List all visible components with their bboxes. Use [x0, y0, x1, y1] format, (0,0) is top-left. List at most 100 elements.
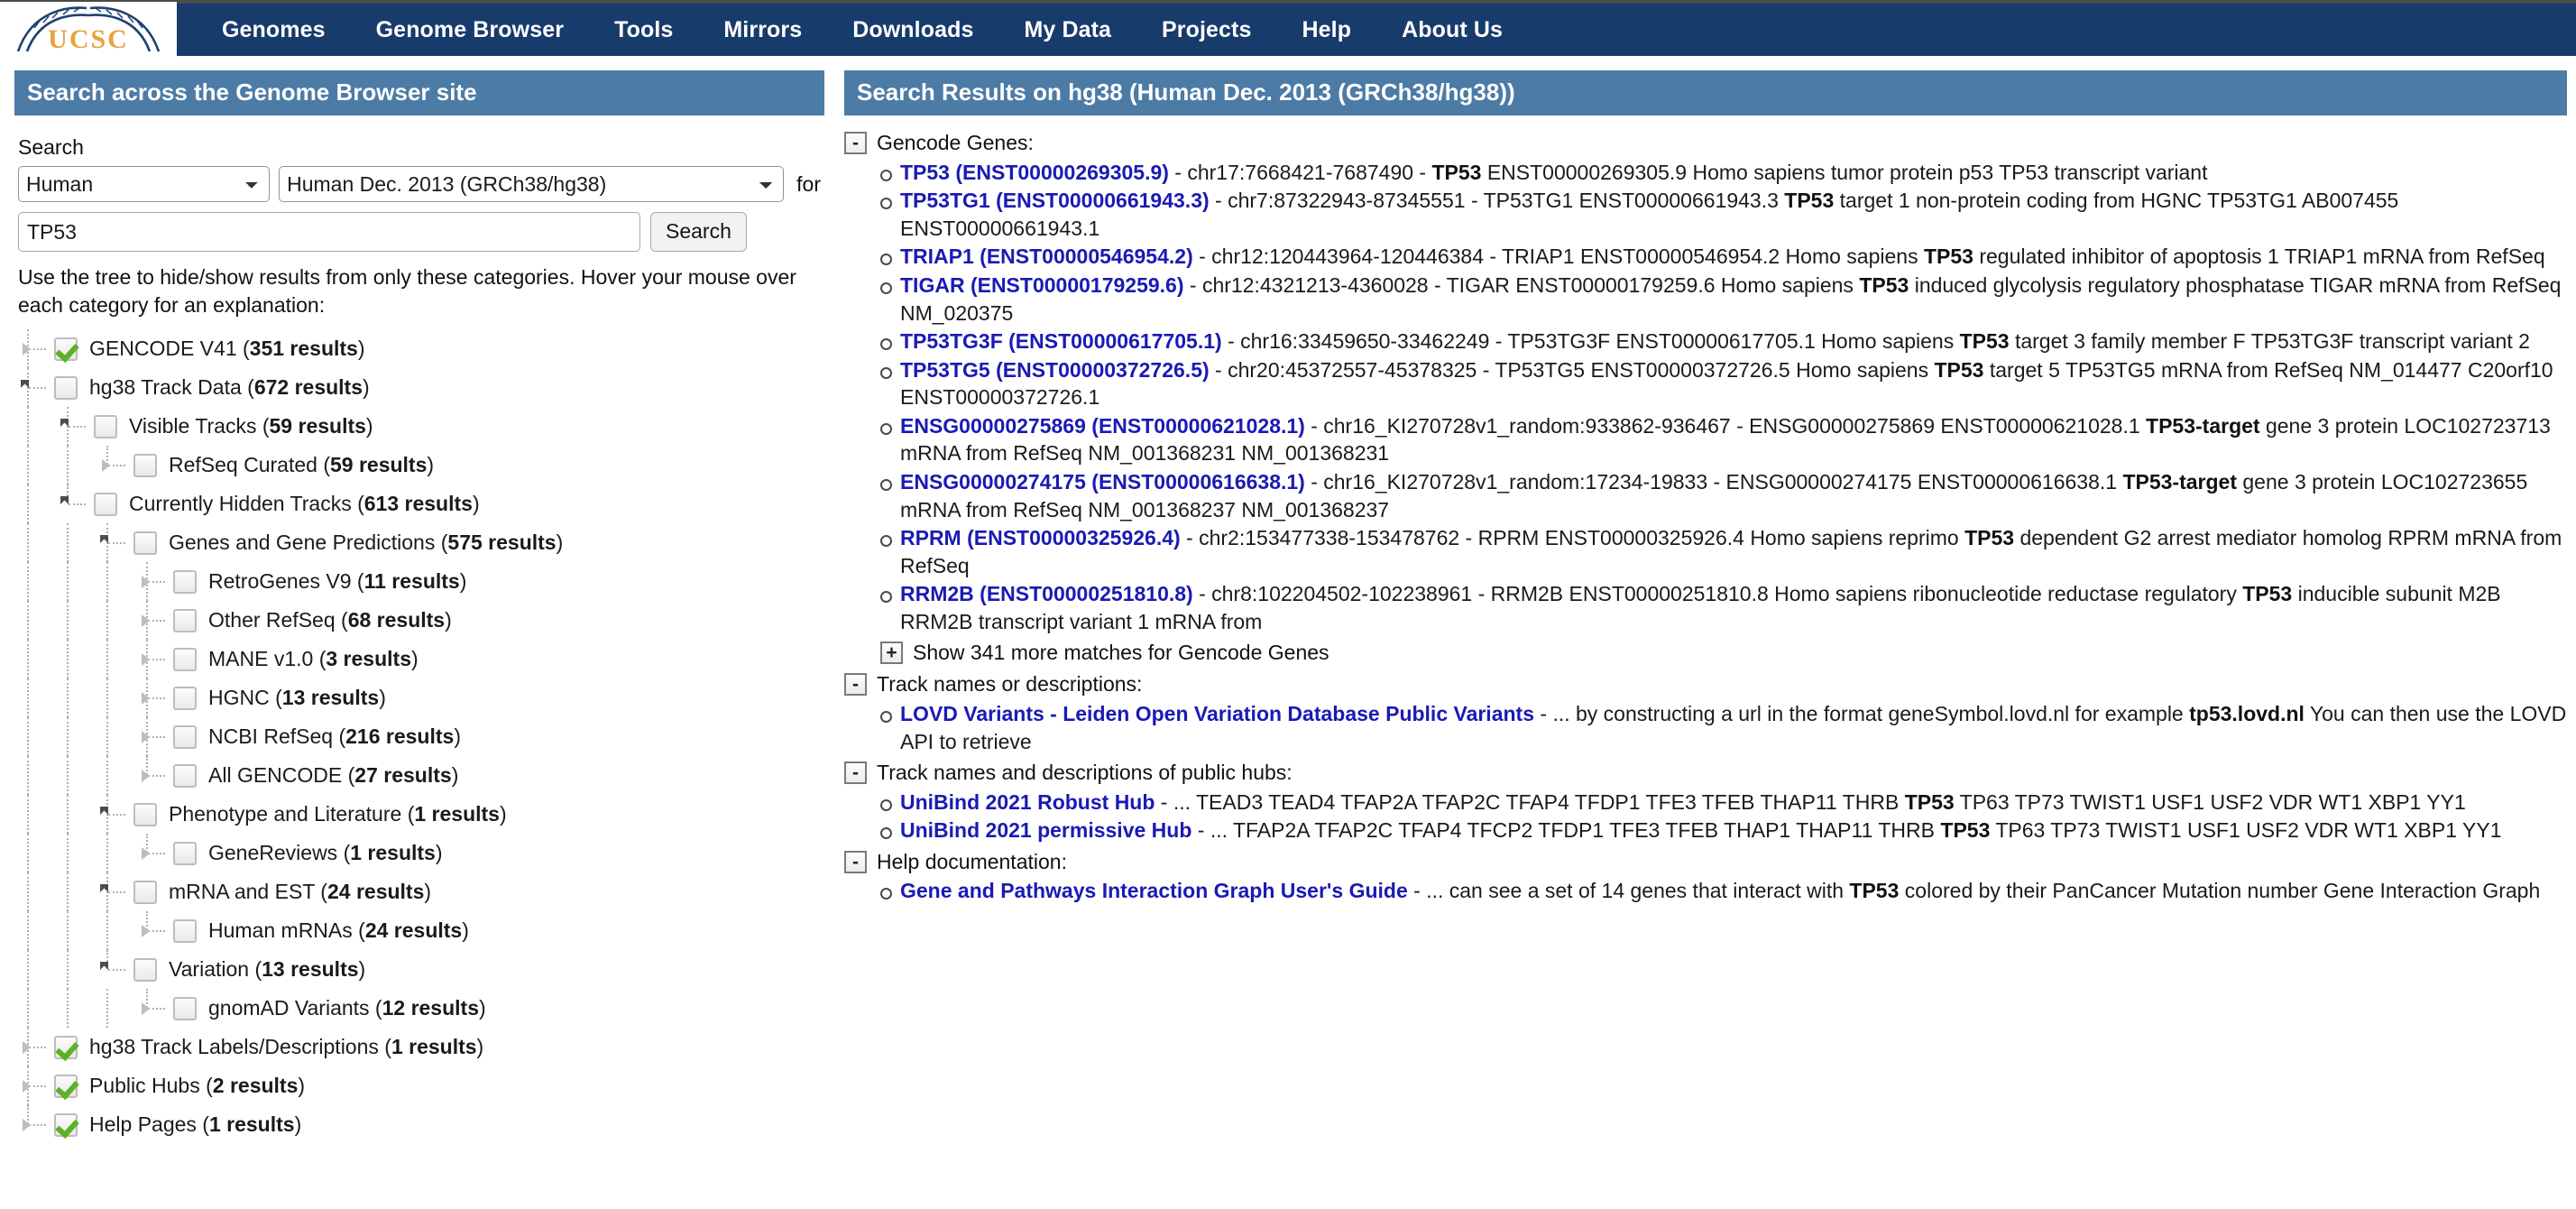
nav-item-tools[interactable]: Tools [589, 17, 698, 43]
tree-node[interactable]: hg38 Track Data (672 results) [14, 368, 824, 408]
tree-node[interactable]: NCBI RefSeq (216 results) [14, 717, 824, 757]
collapse-group-toggle[interactable]: - [844, 132, 867, 155]
tree-checkbox[interactable] [133, 880, 157, 904]
tree-collapse-arrow-icon[interactable] [21, 380, 29, 389]
nav-item-help[interactable]: Help [1277, 17, 1377, 43]
tree-node[interactable]: Public Hubs (2 results) [14, 1066, 824, 1106]
result-link[interactable]: ENSG00000274175 (ENST00000616638.1) [900, 470, 1305, 494]
tree-node[interactable]: Variation (13 results) [14, 950, 824, 990]
tree-checkbox[interactable] [133, 453, 157, 477]
result-link[interactable]: UniBind 2021 Robust Hub [900, 790, 1155, 814]
tree-node-label[interactable]: RetroGenes V9 (11 results) [208, 569, 466, 594]
result-link[interactable]: UniBind 2021 permissive Hub [900, 818, 1191, 842]
tree-collapse-arrow-icon[interactable] [100, 884, 108, 893]
tree-node-label[interactable]: hg38 Track Data (672 results) [89, 375, 370, 400]
show-more-label[interactable]: Show 341 more matches for Gencode Genes [913, 640, 1329, 667]
tree-node-label[interactable]: Currently Hidden Tracks (613 results) [129, 492, 480, 516]
result-link[interactable]: TIGAR (ENST00000179259.6) [900, 273, 1184, 297]
tree-node[interactable]: Visible Tracks (59 results) [14, 407, 824, 447]
tree-checkbox[interactable] [133, 531, 157, 555]
tree-collapse-arrow-icon[interactable] [60, 419, 69, 428]
result-link[interactable]: TP53TG5 (ENST00000372726.5) [900, 358, 1210, 382]
tree-node-label[interactable]: Variation (13 results) [169, 957, 365, 982]
result-link[interactable]: TP53TG1 (ENST00000661943.3) [900, 189, 1210, 212]
tree-node-label[interactable]: hg38 Track Labels/Descriptions (1 result… [89, 1035, 483, 1059]
tree-node-label[interactable]: All GENCODE (27 results) [208, 763, 458, 788]
collapse-group-toggle[interactable]: - [844, 673, 867, 697]
result-link[interactable]: TP53TG3F (ENST00000617705.1) [900, 329, 1222, 353]
tree-node-label[interactable]: Genes and Gene Predictions (575 results) [169, 531, 563, 555]
tree-node[interactable]: GENCODE V41 (351 results) [14, 329, 824, 369]
tree-checkbox[interactable] [173, 918, 197, 943]
tree-checkbox[interactable] [54, 1112, 78, 1137]
tree-node-label[interactable]: NCBI RefSeq (216 results) [208, 724, 461, 749]
tree-node-label[interactable]: Phenotype and Literature (1 results) [169, 802, 507, 826]
tree-node-label[interactable]: GeneReviews (1 results) [208, 841, 443, 865]
tree-collapse-arrow-icon[interactable] [100, 535, 108, 544]
tree-node[interactable]: Human mRNAs (24 results) [14, 911, 824, 951]
tree-checkbox[interactable] [54, 375, 78, 400]
result-link[interactable]: RRM2B (ENST00000251810.8) [900, 582, 1193, 605]
tree-node[interactable]: MANE v1.0 (3 results) [14, 640, 824, 679]
tree-node[interactable]: hg38 Track Labels/Descriptions (1 result… [14, 1028, 824, 1067]
tree-checkbox[interactable] [133, 802, 157, 826]
result-link[interactable]: Gene and Pathways Interaction Graph User… [900, 879, 1408, 902]
tree-checkbox[interactable] [54, 1074, 78, 1098]
tree-checkbox[interactable] [133, 957, 157, 982]
collapse-group-toggle[interactable]: - [844, 761, 867, 785]
result-link[interactable]: TRIAP1 (ENST00000546954.2) [900, 245, 1193, 268]
tree-checkbox[interactable] [173, 686, 197, 710]
ucsc-logo[interactable]: UCSC [0, 2, 177, 58]
tree-checkbox[interactable] [173, 569, 197, 594]
tree-node-label[interactable]: HGNC (13 results) [208, 686, 386, 710]
tree-node-label[interactable]: mRNA and EST (24 results) [169, 880, 431, 904]
tree-checkbox[interactable] [54, 337, 78, 361]
tree-checkbox[interactable] [54, 1035, 78, 1059]
expand-more-toggle[interactable]: + [880, 641, 903, 664]
tree-checkbox[interactable] [173, 647, 197, 671]
tree-node[interactable]: RefSeq Curated (59 results) [14, 446, 824, 485]
tree-checkbox[interactable] [173, 608, 197, 632]
tree-node[interactable]: Phenotype and Literature (1 results) [14, 795, 824, 835]
tree-node-label[interactable]: Help Pages (1 results) [89, 1112, 301, 1137]
tree-node[interactable]: mRNA and EST (24 results) [14, 872, 824, 912]
tree-node[interactable]: GeneReviews (1 results) [14, 834, 824, 873]
nav-item-projects[interactable]: Projects [1136, 17, 1276, 43]
nav-item-mirrors[interactable]: Mirrors [698, 17, 827, 43]
nav-item-about-us[interactable]: About Us [1376, 17, 1528, 43]
tree-node[interactable]: All GENCODE (27 results) [14, 756, 824, 796]
tree-node-label[interactable]: Other RefSeq (68 results) [208, 608, 452, 632]
tree-node[interactable]: Genes and Gene Predictions (575 results) [14, 523, 824, 563]
result-link[interactable]: TP53 (ENST00000269305.9) [900, 161, 1169, 184]
tree-node-label[interactable]: MANE v1.0 (3 results) [208, 647, 419, 671]
tree-node[interactable]: RetroGenes V9 (11 results) [14, 562, 824, 602]
tree-node-label[interactable]: GENCODE V41 (351 results) [89, 337, 365, 361]
tree-node[interactable]: HGNC (13 results) [14, 678, 824, 718]
tree-node-label[interactable]: gnomAD Variants (12 results) [208, 996, 486, 1020]
tree-checkbox[interactable] [94, 414, 117, 438]
result-link[interactable]: RPRM (ENST00000325926.4) [900, 526, 1181, 549]
tree-collapse-arrow-icon[interactable] [100, 962, 108, 971]
show-more-row[interactable]: + Show 341 more matches for Gencode Genes [844, 640, 2567, 667]
tree-node-label[interactable]: Public Hubs (2 results) [89, 1074, 305, 1098]
nav-item-genome-browser[interactable]: Genome Browser [351, 17, 589, 43]
tree-node[interactable]: Other RefSeq (68 results) [14, 601, 824, 641]
tree-checkbox[interactable] [173, 763, 197, 788]
search-button[interactable]: Search [650, 212, 747, 253]
tree-node[interactable]: Currently Hidden Tracks (613 results) [14, 485, 824, 524]
nav-item-my-data[interactable]: My Data [998, 17, 1136, 43]
tree-node-label[interactable]: Human mRNAs (24 results) [208, 918, 469, 943]
tree-checkbox[interactable] [94, 492, 117, 516]
tree-node[interactable]: gnomAD Variants (12 results) [14, 989, 824, 1029]
tree-collapse-arrow-icon[interactable] [60, 496, 69, 505]
tree-collapse-arrow-icon[interactable] [100, 807, 108, 816]
tree-checkbox[interactable] [173, 996, 197, 1020]
result-link[interactable]: ENSG00000275869 (ENST00000621028.1) [900, 414, 1305, 438]
nav-item-genomes[interactable]: Genomes [197, 17, 351, 43]
tree-node[interactable]: Help Pages (1 results) [14, 1105, 824, 1144]
organism-select[interactable]: Human [18, 166, 271, 203]
tree-node-label[interactable]: Visible Tracks (59 results) [129, 414, 373, 438]
tree-node-label[interactable]: RefSeq Curated (59 results) [169, 453, 434, 477]
collapse-group-toggle[interactable]: - [844, 850, 867, 873]
result-link[interactable]: LOVD Variants - Leiden Open Variation Da… [900, 702, 1534, 725]
